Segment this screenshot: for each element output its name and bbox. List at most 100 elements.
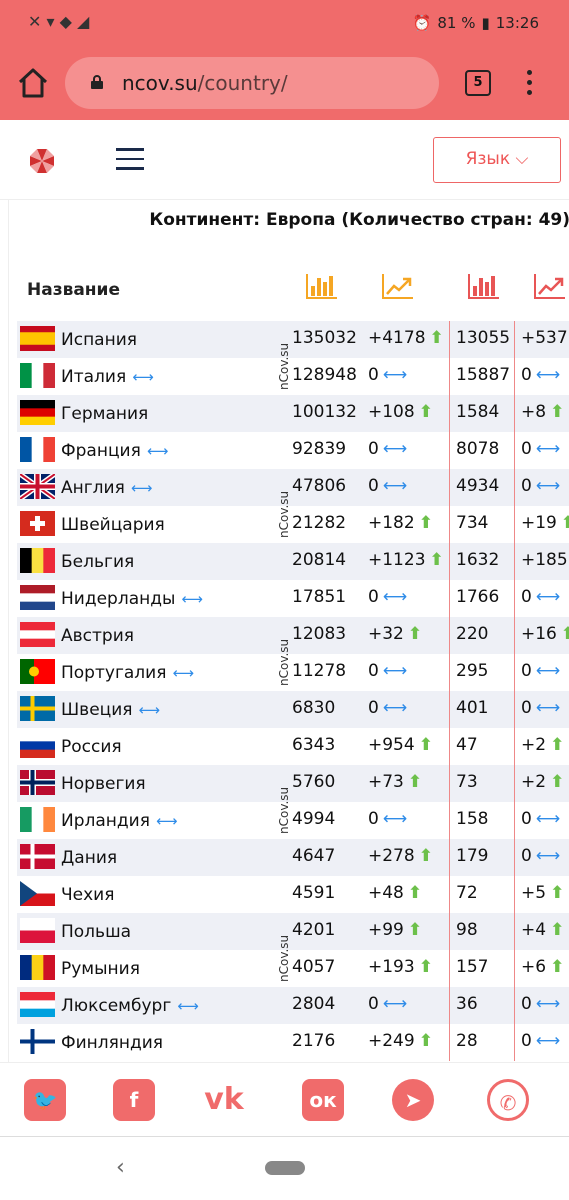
no-change-icon: ⟷ <box>535 1031 561 1051</box>
new-deaths: +2 ⬆ <box>521 735 565 755</box>
telegram-icon[interactable]: ➤ <box>392 1079 434 1121</box>
total-cases: 4057 <box>292 957 336 977</box>
country-name[interactable]: Бельгия <box>61 552 134 572</box>
table-row[interactable]: Англия ⟷ 47806 0 ⟷ 4934 0 ⟷ <box>17 469 569 506</box>
country-name[interactable]: Португалия ⟷ <box>61 663 194 683</box>
table-row[interactable]: Румыния 4057 +193 ⬆ 157 +6 ⬆ <box>17 950 569 987</box>
country-name[interactable]: Финляндия <box>61 1033 163 1053</box>
new-cases: 0 ⟷ <box>368 587 408 607</box>
table-row[interactable]: Бельгия 20814 +1123 ⬆ 1632 +185 <box>17 543 569 580</box>
browser-toolbar: ncov.su/country/ 5 <box>0 50 569 120</box>
country-name[interactable]: Польша <box>61 922 131 942</box>
table-row[interactable]: Швейцария 21282 +182⬆ 734 +19⬆ <box>17 506 569 543</box>
country-flag-icon <box>20 918 55 943</box>
no-change-icon: ⟷ <box>155 812 178 830</box>
arrow-up-icon: ⬆ <box>407 624 423 644</box>
table-row[interactable]: Люксембург ⟷ 2804 0 ⟷ 36 0 ⟷ <box>17 987 569 1024</box>
table-row[interactable]: Нидерланды ⟷ 17851 0 ⟷ 1766 0 ⟷ <box>17 580 569 617</box>
bar-chart-icon[interactable] <box>305 272 339 300</box>
table-row[interactable]: Ирландия ⟷ 4994 0 ⟷ 158 0 ⟷ <box>17 802 569 839</box>
total-cases: 5760 <box>292 772 336 792</box>
arrow-up-icon: ⬆ <box>429 328 444 348</box>
no-change-icon: ⟷ <box>535 476 561 496</box>
country-name[interactable]: Швейцария <box>61 515 165 535</box>
new-cases: +249 ⬆ <box>368 1031 433 1051</box>
twitter-icon[interactable]: 🐦 <box>24 1079 66 1121</box>
country-name[interactable]: Франция ⟷ <box>61 441 168 461</box>
table-row[interactable]: Россия 6343 +954 ⬆ 47 +2 ⬆ <box>17 728 569 765</box>
trend-up-icon[interactable] <box>381 272 415 300</box>
country-name[interactable]: Люксембург ⟷ <box>61 996 199 1016</box>
country-rows: Испания 135032 +4178 ⬆ 13055 +537 Италия ⟷ 12894… <box>17 321 569 1061</box>
vk-icon[interactable]: vk <box>203 1079 245 1121</box>
browser-menu-icon[interactable] <box>525 68 533 100</box>
new-cases: +73 ⬆ <box>368 772 423 792</box>
new-deaths: 0 ⟷ <box>521 661 561 681</box>
total-deaths: 158 <box>449 802 515 839</box>
country-name[interactable]: Англия ⟷ <box>61 478 152 498</box>
arrow-up-icon: ⬆ <box>407 772 423 792</box>
no-change-icon: ⟷ <box>535 365 561 385</box>
trend-up-icon-red[interactable] <box>533 272 567 300</box>
back-icon[interactable]: ‹ <box>116 1155 125 1180</box>
country-flag-icon <box>20 622 55 647</box>
table-row[interactable]: Финляндия 2176 +249 ⬆ 28 0 ⟷ <box>17 1024 569 1061</box>
total-cases: 17851 <box>292 587 347 607</box>
table-row[interactable]: Чехия 4591 +48 ⬆ 72 +5 ⬆ <box>17 876 569 913</box>
table-row[interactable]: Германия 100132 +108 ⬆ 1584 +8 ⬆ <box>17 395 569 432</box>
country-flag-icon <box>20 844 55 869</box>
notification-icons: ✕ ▾ ◆ ◢ <box>28 12 90 31</box>
country-name[interactable]: Норвегия <box>61 774 146 794</box>
hamburger-menu-icon[interactable] <box>116 148 144 170</box>
no-change-icon: ⟷ <box>172 664 194 682</box>
country-name[interactable]: Нидерланды ⟷ <box>61 589 203 609</box>
watermark: nCov.su <box>277 342 291 390</box>
umbrella-logo-icon[interactable] <box>28 147 56 175</box>
clock: 13:26 <box>495 14 539 32</box>
table-row[interactable]: Португалия ⟷ 11278 0 ⟷ 295 0 ⟷ <box>17 654 569 691</box>
country-flag-icon <box>20 733 55 758</box>
total-cases: 100132 <box>292 402 357 422</box>
facebook-icon[interactable]: f <box>113 1079 155 1121</box>
whatsapp-icon[interactable]: ✆ <box>487 1079 529 1121</box>
table-row[interactable]: Австрия 12083 +32⬆ 220 +16⬆ <box>17 617 569 654</box>
table-row[interactable]: Польша 4201 +99 ⬆ 98 +4 ⬆ <box>17 913 569 950</box>
country-name[interactable]: Россия <box>61 737 122 757</box>
country-name[interactable]: Румыния <box>61 959 140 979</box>
arrow-up-icon: ⬆ <box>561 513 569 533</box>
bar-chart-icon-red[interactable] <box>467 272 501 300</box>
home-pill[interactable] <box>265 1161 305 1175</box>
country-name[interactable]: Италия ⟷ <box>61 367 154 387</box>
table-row[interactable]: Италия ⟷ 128948 0 ⟷ 15887 0 ⟷ <box>17 358 569 395</box>
no-change-icon: ⟷ <box>535 661 561 681</box>
arrow-up-icon: ⬆ <box>550 957 565 977</box>
table-row[interactable]: Франция ⟷ 92839 0 ⟷ 8078 0 ⟷ <box>17 432 569 469</box>
country-name[interactable]: Чехия <box>61 885 114 905</box>
no-change-icon: ⟷ <box>382 476 408 496</box>
country-flag-icon <box>20 992 55 1017</box>
new-cases: 0 ⟷ <box>368 476 408 496</box>
new-cases: 0 ⟷ <box>368 439 408 459</box>
table-row[interactable]: Норвегия 5760 +73 ⬆ 73 +2 ⬆ <box>17 765 569 802</box>
total-cases: 4994 <box>292 809 336 829</box>
odnoklassniki-icon[interactable]: ок <box>302 1079 344 1121</box>
country-name[interactable]: Испания <box>61 330 137 350</box>
total-deaths: 13055 <box>449 321 515 358</box>
country-name[interactable]: Дания <box>61 848 117 868</box>
table-row[interactable]: Дания 4647 +278 ⬆ 179 0 ⟷ <box>17 839 569 876</box>
total-deaths: 4934 <box>449 469 515 506</box>
arrow-up-icon: ⬆ <box>550 883 565 903</box>
country-name[interactable]: Австрия <box>61 626 134 646</box>
language-dropdown[interactable]: Язык ⌵ <box>433 137 561 183</box>
country-name[interactable]: Германия <box>61 404 148 424</box>
tab-switcher-button[interactable]: 5 <box>465 70 491 96</box>
total-cases: 128948 <box>292 365 357 385</box>
home-icon[interactable] <box>16 66 50 100</box>
arrow-up-icon: ⬆ <box>418 513 433 533</box>
table-row[interactable]: Швеция ⟷ 6830 0 ⟷ 401 0 ⟷ <box>17 691 569 728</box>
table-row[interactable]: Испания 135032 +4178 ⬆ 13055 +537 <box>17 321 569 358</box>
country-name[interactable]: Ирландия ⟷ <box>61 811 177 831</box>
country-name[interactable]: Швеция ⟷ <box>61 700 160 720</box>
no-change-icon: ⟷ <box>382 698 408 718</box>
address-bar[interactable]: ncov.su/country/ <box>65 57 439 109</box>
